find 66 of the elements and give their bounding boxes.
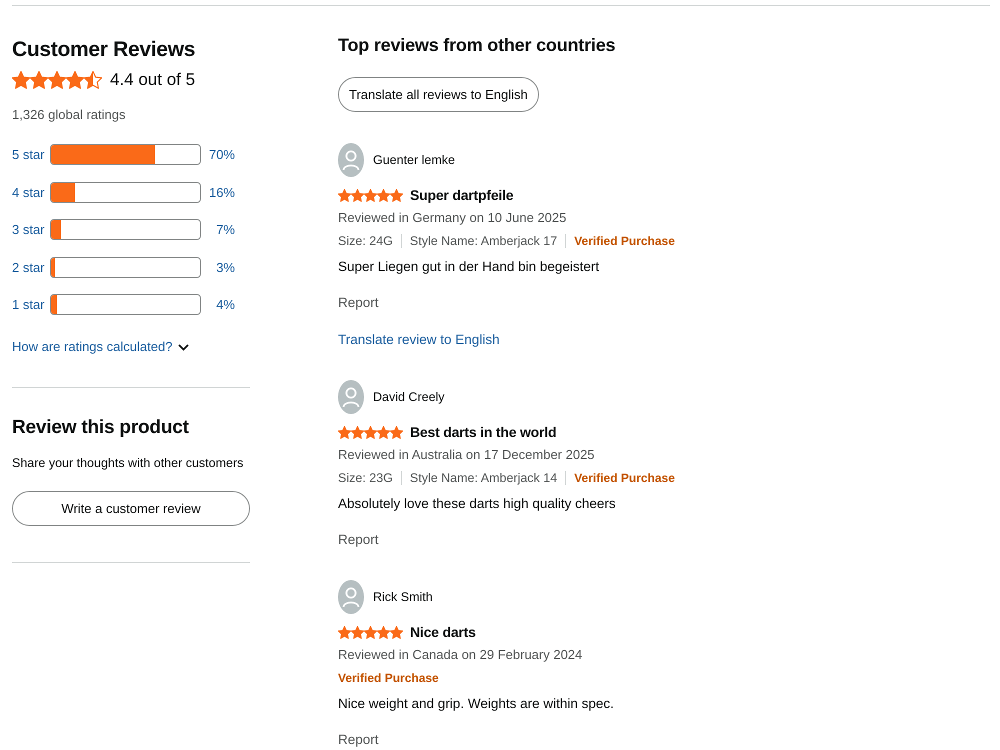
chevron-down-icon bbox=[178, 344, 190, 350]
style-info: Style Name: Amberjack 14 bbox=[410, 471, 558, 485]
star-icon bbox=[338, 626, 351, 638]
star-filter-link[interactable]: 2 star bbox=[12, 260, 50, 274]
rating-percent-link[interactable]: 16% bbox=[201, 184, 235, 200]
review-text: Super Liegen gut in der Hand bin begeistert bbox=[338, 258, 600, 276]
star-icon bbox=[377, 188, 390, 202]
review-date: Reviewed in Australia on 17 December 2025 bbox=[338, 446, 595, 464]
star-icon bbox=[84, 71, 102, 89]
star-icon bbox=[390, 426, 403, 438]
review-text: Nice weight and grip. Weights are within spec. bbox=[338, 695, 614, 713]
report-link[interactable]: Report bbox=[338, 531, 379, 549]
star-icon bbox=[377, 426, 390, 438]
write-review-button[interactable]: Write a customer review bbox=[12, 491, 250, 526]
ratings-help-link[interactable]: How are ratings calculated? bbox=[12, 337, 190, 357]
verified-purchase-label: Verified Purchase bbox=[574, 471, 675, 485]
average-rating: 4.4 out of 5 bbox=[110, 69, 196, 91]
star-icon bbox=[364, 188, 377, 202]
rating-percent-link[interactable]: 7% bbox=[201, 222, 235, 237]
avatar-icon bbox=[338, 143, 364, 177]
review-text: Absolutely love these darts high quality cheers bbox=[338, 495, 616, 513]
verified-purchase-label: Verified Purchase bbox=[338, 671, 439, 685]
star-icon bbox=[364, 426, 377, 438]
star-filter-link[interactable]: 1 star bbox=[12, 297, 50, 312]
star-icon bbox=[390, 188, 403, 202]
rating-percent-link[interactable]: 3% bbox=[201, 260, 235, 274]
style-info: Style Name: Amberjack 17 bbox=[410, 234, 558, 248]
star-icon bbox=[30, 71, 48, 89]
report-link[interactable]: Report bbox=[338, 731, 379, 749]
review-title: Nice darts bbox=[410, 624, 476, 640]
review-date: Reviewed in Canada on 29 February 2024 bbox=[338, 646, 582, 664]
star-filter-link[interactable]: 4 star bbox=[12, 184, 50, 200]
review-prompt-text: Share your thoughts with other customers bbox=[12, 455, 244, 472]
star-filter-link[interactable]: 3 star bbox=[12, 222, 50, 237]
review-title: Super dartpfeile bbox=[410, 187, 514, 203]
reviewer-name: Rick Smith bbox=[373, 590, 433, 604]
avatar-icon bbox=[338, 580, 364, 614]
translate-all-button[interactable]: Translate all reviews to English bbox=[338, 77, 539, 112]
star-icon bbox=[364, 626, 377, 638]
star-icon bbox=[12, 71, 30, 89]
star-icon bbox=[66, 71, 84, 89]
star-icon bbox=[390, 626, 403, 638]
star-filter-link[interactable]: 5 star bbox=[12, 147, 50, 162]
review-date: Reviewed in Germany on 10 June 2025 bbox=[338, 209, 566, 227]
rating-percent-link[interactable]: 4% bbox=[201, 297, 235, 312]
section-heading: Customer Reviews bbox=[12, 37, 196, 63]
section-heading: Review this product bbox=[12, 416, 189, 440]
translate-review-link[interactable]: Translate review to English bbox=[338, 331, 500, 349]
star-icon bbox=[351, 188, 364, 202]
review-title: Best darts in the world bbox=[410, 424, 556, 440]
star-icon bbox=[338, 426, 351, 438]
rating-percent-link[interactable]: 70% bbox=[201, 147, 235, 162]
star-icon bbox=[377, 626, 390, 638]
star-icon bbox=[338, 188, 351, 202]
star-icon bbox=[351, 626, 364, 638]
reviewer-name: Guenter lemke bbox=[373, 153, 455, 167]
avatar-icon bbox=[338, 380, 364, 414]
verified-purchase-label: Verified Purchase bbox=[574, 234, 675, 248]
section-heading: Top reviews from other countries bbox=[338, 34, 616, 57]
star-icon bbox=[48, 71, 66, 89]
report-link[interactable]: Report bbox=[338, 294, 379, 312]
size-info: Size: 23G bbox=[338, 471, 393, 485]
size-info: Size: 24G bbox=[338, 234, 393, 248]
reviewer-name: David Creely bbox=[373, 390, 445, 404]
star-icon bbox=[351, 426, 364, 438]
global-ratings-count: 1,326 global ratings bbox=[12, 106, 126, 124]
